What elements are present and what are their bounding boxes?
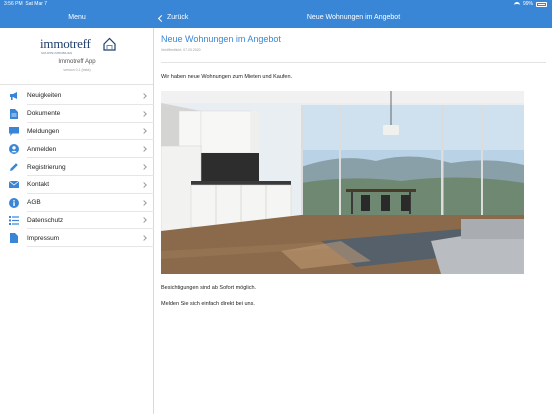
file-icon — [8, 232, 20, 244]
chevron-right-icon — [141, 235, 147, 242]
wifi-icon — [513, 2, 520, 6]
chevron-right-icon — [141, 93, 147, 99]
sidebar-item-label: AGB — [27, 199, 41, 207]
chat-bubble-icon — [8, 125, 20, 137]
sidebar-item-anmelden[interactable]: Anmelden — [0, 140, 154, 158]
published-date: Veröffentlicht: 07.03.2020 — [161, 48, 201, 52]
sidebar-item-label: Impressum — [27, 234, 60, 242]
house-icon — [103, 37, 116, 51]
sidebar-item-neuigkeiten[interactable]: Neuigkeiten — [0, 87, 154, 105]
sidebar: immotreff GRUPPE IMMOBILIEN Immotreff Ap… — [0, 28, 154, 414]
user-icon — [8, 143, 20, 155]
sidebar-item-meldungen[interactable]: Meldungen — [0, 123, 154, 141]
status-time: 3:56 PM Sat Mar 7 — [4, 1, 48, 7]
nav-title: Neue Wohnungen im Angebot — [306, 14, 401, 21]
article-view: Neue Wohnungen im Angebot Veröffentlicht… — [155, 28, 552, 414]
envelope-icon — [8, 179, 20, 191]
sidebar-item-label: Datenschutz — [27, 216, 64, 224]
top-bar: 3:56 PM Sat Mar 7 99% Menu Zurück Neue W… — [0, 0, 552, 28]
sidebar-item-agb[interactable]: AGB — [0, 194, 154, 212]
divider — [161, 62, 546, 63]
logo-subtitle: GRUPPE IMMOBILIEN — [41, 51, 73, 55]
sidebar-item-label: Registrierung — [27, 163, 66, 171]
chevron-right-icon — [141, 110, 147, 117]
list-icon — [8, 214, 20, 226]
sidebar-item-kontakt[interactable]: Kontakt — [0, 176, 154, 194]
megaphone-icon — [8, 90, 20, 102]
article-line-2: Besichtigungen sind ab Sofort möglich. — [161, 285, 257, 291]
status-right: 99% — [513, 1, 547, 7]
detail-nav-bar: Zurück Neue Wohnungen im Angebot — [155, 9, 552, 27]
chevron-right-icon — [141, 199, 147, 206]
sidebar-menu: Neuigkeiten Dokumente Meldungen Anmelden — [0, 87, 154, 247]
sidebar-item-label: Meldungen — [27, 127, 60, 135]
sidebar-item-label: Dokumente — [27, 110, 61, 118]
logo-wordmark: immotreff — [40, 36, 91, 51]
battery-icon — [536, 1, 547, 7]
status-bar: 3:56 PM Sat Mar 7 99% — [0, 0, 552, 8]
logo-area: immotreff GRUPPE IMMOBILIEN Immotreff Ap… — [0, 28, 153, 85]
immotreff-logo: immotreff GRUPPE IMMOBILIEN — [40, 35, 116, 55]
info-icon — [8, 197, 20, 209]
sidebar-item-datenschutz[interactable]: Datenschutz — [0, 212, 154, 230]
chevron-right-icon — [141, 164, 147, 170]
sidebar-item-impressum[interactable]: Impressum — [0, 229, 154, 247]
sidebar-item-label: Neuigkeiten — [27, 92, 62, 100]
app-name: Immotreff App — [58, 59, 96, 65]
chevron-right-icon — [141, 217, 147, 224]
article-title: Neue Wohnungen im Angebot — [161, 34, 281, 44]
pencil-icon — [8, 161, 20, 173]
battery-percent: 99% — [522, 1, 533, 7]
chevron-right-icon — [141, 146, 147, 153]
article-line-3: Melden Sie sich einfach direkt bei uns. — [161, 301, 255, 307]
sidebar-item-dokumente[interactable]: Dokumente — [0, 105, 154, 123]
sidebar-header-title: Menu — [68, 14, 86, 21]
sidebar-item-registrierung[interactable]: Registrierung — [0, 158, 154, 176]
sidebar-item-label: Anmelden — [27, 145, 57, 153]
chevron-right-icon — [141, 128, 147, 135]
document-icon — [8, 108, 20, 120]
apartment-photo — [161, 91, 524, 274]
chevron-right-icon — [141, 182, 147, 188]
article-intro: Wir haben neue Wohnungen zum Mieten und … — [161, 74, 293, 80]
app-version: version 0.1 (beta) — [63, 68, 91, 72]
sidebar-item-label: Kontakt — [27, 181, 50, 189]
